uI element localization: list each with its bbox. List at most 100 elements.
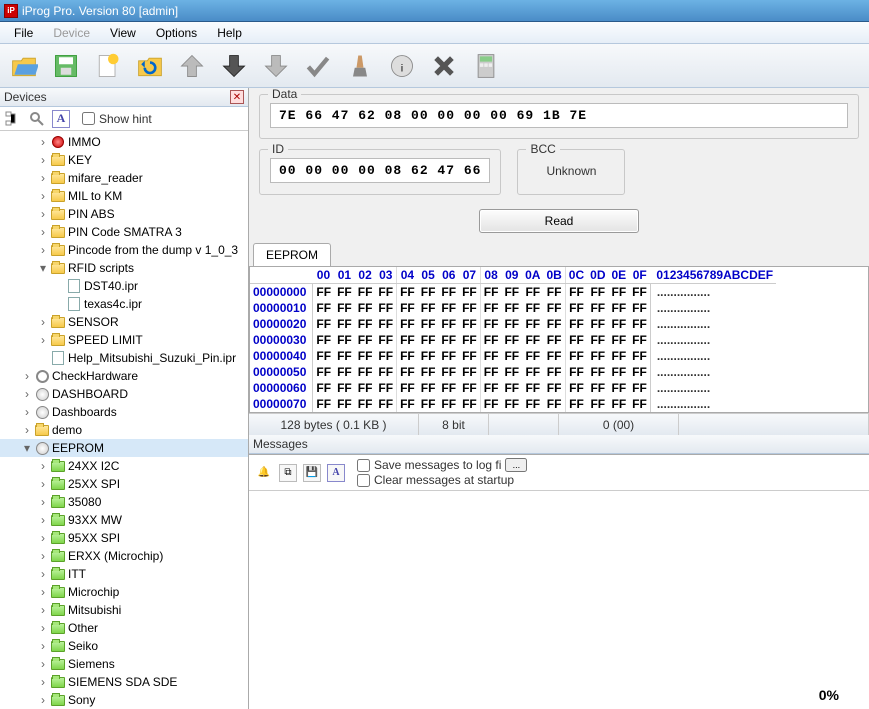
- msg-save-icon[interactable]: 💾: [303, 464, 321, 482]
- tree-item[interactable]: ›KEY: [0, 151, 248, 169]
- twisty-icon[interactable]: ›: [36, 225, 50, 239]
- tree-item[interactable]: ›SIEMENS SDA SDE: [0, 673, 248, 691]
- tree-item[interactable]: ›MIL to KM: [0, 187, 248, 205]
- tree-icon[interactable]: [4, 110, 22, 128]
- twisty-icon[interactable]: ›: [20, 405, 34, 419]
- down-button[interactable]: [214, 48, 254, 84]
- calculator-button[interactable]: [466, 48, 506, 84]
- tree-item[interactable]: DST40.ipr: [0, 277, 248, 295]
- menu-device[interactable]: Device: [43, 24, 100, 42]
- clear-startup-checkbox[interactable]: Clear messages at startup: [357, 473, 527, 487]
- search-icon[interactable]: [28, 110, 46, 128]
- twisty-icon[interactable]: ›: [36, 513, 50, 527]
- twisty-icon[interactable]: ›: [36, 459, 50, 473]
- twisty-icon[interactable]: ›: [36, 153, 50, 167]
- tree-item[interactable]: ›IMMO: [0, 133, 248, 151]
- font-icon[interactable]: A: [52, 110, 70, 128]
- twisty-icon[interactable]: ›: [36, 567, 50, 581]
- tree-item[interactable]: ›PIN Code SMATRA 3: [0, 223, 248, 241]
- save-log-browse-button[interactable]: ...: [505, 458, 527, 472]
- twisty-icon[interactable]: ›: [36, 657, 50, 671]
- menu-options[interactable]: Options: [146, 24, 207, 42]
- twisty-icon[interactable]: ›: [36, 477, 50, 491]
- tree-item[interactable]: ›Dashboards: [0, 403, 248, 421]
- msg-bell-icon[interactable]: 🔔: [255, 464, 273, 482]
- tree-item[interactable]: ›SPEED LIMIT: [0, 331, 248, 349]
- tree-item[interactable]: Help_Mitsubishi_Suzuki_Pin.ipr: [0, 349, 248, 367]
- refresh-button[interactable]: [130, 48, 170, 84]
- tree-item[interactable]: ›ERXX (Microchip): [0, 547, 248, 565]
- tree-item[interactable]: ›24XX I2C: [0, 457, 248, 475]
- tree-item[interactable]: ›95XX SPI: [0, 529, 248, 547]
- open-button[interactable]: [4, 48, 44, 84]
- show-hint-checkbox[interactable]: Show hint: [82, 112, 152, 126]
- tree-item[interactable]: ›DASHBOARD: [0, 385, 248, 403]
- twisty-icon[interactable]: ▾: [36, 261, 50, 275]
- twisty-icon[interactable]: ›: [36, 693, 50, 707]
- menu-view[interactable]: View: [100, 24, 146, 42]
- twisty-icon[interactable]: ›: [20, 387, 34, 401]
- twisty-icon[interactable]: ›: [36, 549, 50, 563]
- tree-item[interactable]: ▾EEPROM: [0, 439, 248, 457]
- tree-item[interactable]: ›Seiko: [0, 637, 248, 655]
- tree-item[interactable]: ›ITT: [0, 565, 248, 583]
- tree-item[interactable]: ›PIN ABS: [0, 205, 248, 223]
- tree-item[interactable]: ›demo: [0, 421, 248, 439]
- twisty-icon[interactable]: ›: [36, 639, 50, 653]
- close-x-button[interactable]: [424, 48, 464, 84]
- hex-viewer[interactable]: 000102030405060708090A0B0C0D0E0F01234567…: [249, 267, 869, 413]
- twisty-icon[interactable]: ›: [36, 243, 50, 257]
- twisty-icon[interactable]: ›: [36, 603, 50, 617]
- twisty-icon[interactable]: ›: [36, 135, 50, 149]
- menu-help[interactable]: Help: [207, 24, 252, 42]
- twisty-icon[interactable]: ›: [36, 315, 50, 329]
- tree-item[interactable]: ›Mitsubishi: [0, 601, 248, 619]
- tree-item[interactable]: ›mifare_reader: [0, 169, 248, 187]
- save-button[interactable]: [46, 48, 86, 84]
- twisty-icon[interactable]: ›: [36, 333, 50, 347]
- down2-button[interactable]: [256, 48, 296, 84]
- save-log-checkbox[interactable]: Save messages to log fi ...: [357, 458, 527, 472]
- tree-item-label: texas4c.ipr: [84, 297, 142, 311]
- twisty-icon[interactable]: ›: [36, 531, 50, 545]
- read-button[interactable]: Read: [479, 209, 639, 233]
- menu-file[interactable]: File: [4, 24, 43, 42]
- tree-item[interactable]: ›Sony: [0, 691, 248, 709]
- twisty-icon[interactable]: ▾: [20, 441, 34, 455]
- data-value[interactable]: 7E 66 47 62 08 00 00 00 00 69 1B 7E: [270, 103, 848, 128]
- devices-panel-close-icon[interactable]: ✕: [230, 90, 244, 104]
- gear-icon: [34, 369, 50, 383]
- up-button[interactable]: [172, 48, 212, 84]
- tree-item[interactable]: ›Pincode from the dump v 1_0_3: [0, 241, 248, 259]
- tree-item[interactable]: ›35080: [0, 493, 248, 511]
- tree-item[interactable]: ›93XX MW: [0, 511, 248, 529]
- twisty-icon[interactable]: ›: [20, 423, 34, 437]
- twisty-icon[interactable]: ›: [36, 495, 50, 509]
- tab-eeprom[interactable]: EEPROM: [253, 243, 331, 266]
- msg-font-icon[interactable]: A: [327, 464, 345, 482]
- twisty-icon[interactable]: ›: [36, 621, 50, 635]
- twisty-icon[interactable]: ›: [36, 171, 50, 185]
- twisty-icon[interactable]: ›: [36, 207, 50, 221]
- twisty-icon[interactable]: ›: [20, 369, 34, 383]
- check-button[interactable]: [298, 48, 338, 84]
- tree-item[interactable]: ›Siemens: [0, 655, 248, 673]
- tree-item[interactable]: ›CheckHardware: [0, 367, 248, 385]
- twisty-icon[interactable]: ›: [36, 189, 50, 203]
- tree-item[interactable]: ›Other: [0, 619, 248, 637]
- id-value[interactable]: 00 00 00 00 08 62 47 66: [270, 158, 490, 183]
- brush-button[interactable]: [340, 48, 380, 84]
- messages-body[interactable]: 0%: [249, 491, 869, 709]
- show-hint-input[interactable]: [82, 112, 95, 125]
- twisty-icon[interactable]: ›: [36, 585, 50, 599]
- info-button[interactable]: i: [382, 48, 422, 84]
- tree-item[interactable]: ›25XX SPI: [0, 475, 248, 493]
- msg-copy-icon[interactable]: ⧉: [279, 464, 297, 482]
- tree-item[interactable]: ›SENSOR: [0, 313, 248, 331]
- tree-item[interactable]: texas4c.ipr: [0, 295, 248, 313]
- tree-item[interactable]: ›Microchip: [0, 583, 248, 601]
- new-button[interactable]: [88, 48, 128, 84]
- twisty-icon[interactable]: ›: [36, 675, 50, 689]
- devices-tree[interactable]: ›IMMO›KEY›mifare_reader›MIL to KM›PIN AB…: [0, 131, 248, 709]
- tree-item[interactable]: ▾RFID scripts: [0, 259, 248, 277]
